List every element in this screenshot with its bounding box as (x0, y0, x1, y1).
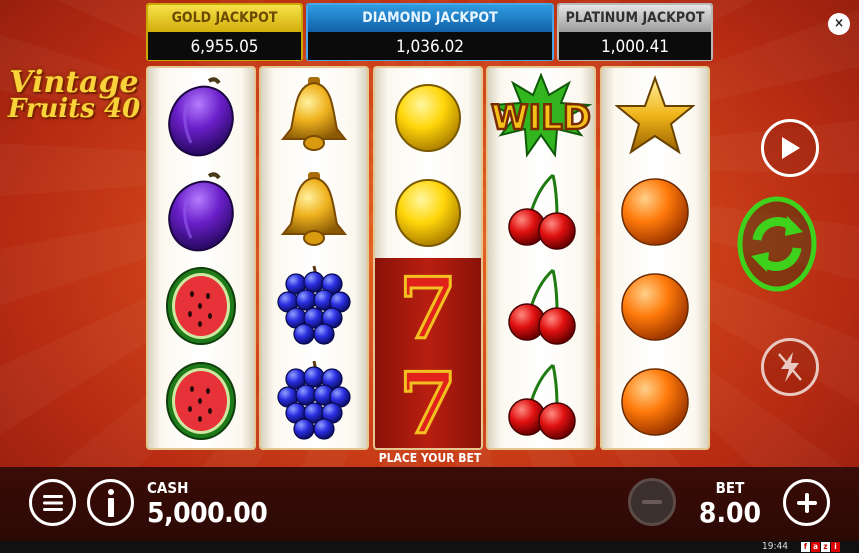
gold-jackpot: GOLD JACKPOT 6,955.05 (146, 3, 303, 61)
platinum-jackpot-value: 1,000.41 (559, 32, 711, 60)
reels-area: 7 7 WILD (146, 66, 713, 450)
symbol-orange (602, 353, 708, 448)
reel-2 (259, 66, 369, 450)
info-button[interactable] (87, 479, 134, 526)
wild-text: WILD (491, 98, 591, 138)
symbol-lemon (375, 163, 481, 258)
reel-3: 7 7 (373, 66, 483, 450)
decrease-bet-button[interactable] (628, 478, 676, 526)
logo-line-2: Fruits 40 (7, 94, 141, 124)
status-strip (0, 541, 859, 553)
increase-bet-button[interactable] (783, 479, 830, 526)
symbol-watermelon (148, 353, 254, 448)
lightning-off-icon (778, 352, 802, 382)
minus-icon (642, 500, 662, 504)
gold-jackpot-label: GOLD JACKPOT (148, 5, 301, 32)
symbol-wild: WILD (488, 68, 594, 163)
info-icon (107, 488, 114, 517)
reel-5 (600, 66, 710, 450)
platinum-jackpot: PLATINUM JACKPOT 1,000.41 (557, 3, 713, 61)
status-message: PLACE YOUR BET (378, 451, 482, 465)
brand-letter: f (801, 542, 810, 552)
symbol-cherries (488, 258, 594, 353)
symbol-orange (602, 163, 708, 258)
bet-label: BET (715, 479, 745, 497)
diamond-jackpot-label: DIAMOND JACKPOT (308, 5, 552, 32)
symbol-grapes (261, 353, 367, 448)
menu-icon (42, 494, 63, 511)
close-button[interactable]: × (828, 13, 850, 35)
seven-glyph: 7 (399, 359, 457, 443)
symbol-watermelon (148, 258, 254, 353)
cash-label: CASH (147, 479, 189, 497)
platinum-jackpot-label: PLATINUM JACKPOT (559, 5, 711, 32)
bet-value: 8.00 (698, 496, 762, 529)
symbol-plum (148, 68, 254, 163)
symbol-star (602, 68, 708, 163)
seven-glyph: 7 (399, 264, 457, 348)
refresh-arrows-icon (737, 196, 817, 292)
autoplay-button[interactable] (761, 119, 819, 177)
brand-letter: a (811, 542, 820, 552)
reel-4: WILD (486, 66, 596, 450)
symbol-orange (602, 258, 708, 353)
plus-icon (796, 492, 817, 513)
symbol-grapes (261, 258, 367, 353)
spin-button[interactable] (737, 196, 817, 292)
gold-jackpot-value: 6,955.05 (148, 32, 301, 60)
diamond-jackpot: DIAMOND JACKPOT 1,036.02 (306, 3, 554, 61)
symbol-plum (148, 163, 254, 258)
symbol-bell (261, 68, 367, 163)
symbol-cherries (488, 353, 594, 448)
game-logo: Vintage Fruits 40 (6, 68, 142, 138)
clock: 19:44 (762, 541, 788, 552)
brand-letter: i (831, 542, 840, 552)
brand-letter: z (821, 542, 830, 552)
menu-button[interactable] (29, 479, 76, 526)
play-icon (782, 137, 800, 159)
symbol-seven: 7 (375, 258, 481, 353)
diamond-jackpot-value: 1,036.02 (308, 32, 552, 60)
brand-logo: f a z i (801, 542, 840, 552)
symbol-bell (261, 163, 367, 258)
turbo-button[interactable] (761, 338, 819, 396)
reel-1 (146, 66, 256, 450)
symbol-seven: 7 (375, 353, 481, 448)
symbol-lemon (375, 68, 481, 163)
symbol-cherries (488, 163, 594, 258)
cash-value: 5,000.00 (147, 496, 268, 529)
